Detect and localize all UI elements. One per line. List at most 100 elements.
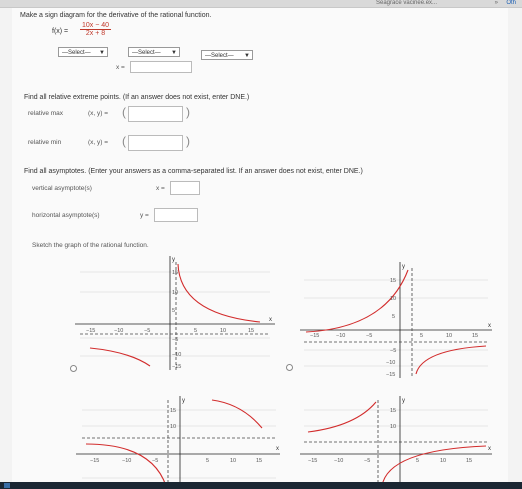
y-tick-label: 15 [390, 408, 396, 414]
y-tick-label: 15 [172, 270, 178, 276]
sign-select-1-value: —Select— [62, 50, 91, 56]
graph-option-b[interactable]: y x 15 10 5 −5 −10 −15 −15 −10 −5 5 10 1… [296, 258, 496, 380]
graph-option-a[interactable]: y x 15 10 5 −5 −10 −15 −15 −10 −5 5 10 1… [70, 252, 280, 372]
y-tick-label: −5 [172, 337, 178, 343]
chevron-down-icon: ▼ [171, 50, 177, 56]
question-page: Make a sign diagram for the derivative o… [12, 8, 508, 488]
curve-left-branch [307, 401, 377, 433]
horizontal-asymptote-input[interactable] [154, 208, 198, 222]
sign-select-3-value: —Select— [205, 53, 234, 59]
x-tick-label: 10 [446, 333, 452, 339]
curve-right-branch [177, 263, 261, 323]
relative-min-label: relative min [28, 139, 62, 146]
x-tick-label: −5 [144, 328, 150, 334]
x-tick-label: 5 [194, 328, 197, 334]
function-fraction: 10x − 40 2x + 8 [80, 22, 112, 37]
curve-left-branch [89, 347, 151, 367]
relative-min-input[interactable] [128, 135, 183, 151]
y-tick-label: 15 [170, 408, 176, 414]
sign-select-2[interactable]: —Select— ▼ [128, 47, 180, 57]
x-tick-label: 15 [248, 328, 254, 334]
relative-max-xy-label: (x, y) = [88, 110, 109, 117]
relative-max-label: relative max [28, 110, 64, 117]
y-tick-label: −5 [390, 348, 396, 354]
x-tick-label: −10 [114, 328, 123, 334]
chevron-down-icon: ▼ [244, 53, 250, 59]
x-tick-label: 10 [220, 328, 226, 334]
y-tick-label: 10 [170, 424, 176, 430]
x-tick-label: 10 [230, 458, 236, 464]
asymptotes-prompt: Find all asymptotes. (Enter your answers… [24, 168, 363, 175]
critical-x-label: x = [116, 64, 125, 71]
sign-diagram-prompt: Make a sign diagram for the derivative o… [20, 12, 212, 19]
graph-option-a-radio[interactable] [70, 365, 77, 372]
x-axis-label: x [269, 317, 272, 323]
x-tick-label: −10 [336, 333, 345, 339]
browser-bar: Seagrace vacinee.ex... » Oth [0, 0, 522, 8]
left-paren: ( [122, 134, 126, 148]
graph-option-d[interactable]: y x 15 10 −15 −10 −5 5 10 15 [296, 392, 496, 488]
function-denominator: 2x + 8 [85, 30, 106, 37]
sign-select-2-value: —Select— [132, 50, 161, 56]
y-tick-label: −10 [172, 352, 181, 358]
graph-option-b-radio[interactable] [286, 364, 293, 371]
vertical-asymptote-label: vertical asymptote(s) [32, 185, 92, 192]
graph-option-c[interactable]: y x 15 10 −15 −10 −5 5 10 15 [72, 392, 284, 488]
extrema-prompt: Find all relative extreme points. (If an… [24, 94, 250, 101]
other-bookmarks[interactable]: Oth [500, 0, 522, 6]
x-tick-label: −15 [86, 328, 95, 334]
y-tick-label: 5 [392, 314, 395, 320]
x-tick-label: −5 [366, 333, 372, 339]
y-axis-label: y [172, 257, 175, 263]
taskbar [0, 482, 522, 489]
x-tick-label: 15 [472, 333, 478, 339]
browser-tab[interactable]: Seagrace vacinee.ex... [370, 0, 443, 6]
y-tick-label: 5 [172, 308, 175, 314]
x-tick-label: −10 [122, 458, 131, 464]
y-tick-label: 10 [390, 296, 396, 302]
horizontal-asymptote-label: horizontal asymptote(s) [32, 212, 100, 219]
relative-min-xy-label: (x, y) = [88, 139, 109, 146]
vertical-asymptote-var: x = [156, 185, 165, 192]
y-tick-label: −15 [386, 372, 395, 378]
right-paren: ) [186, 134, 190, 148]
x-tick-label: 5 [206, 458, 209, 464]
sketch-prompt: Sketch the graph of the rational functio… [32, 242, 149, 249]
curve-right-branch [381, 445, 487, 487]
sign-select-1[interactable]: —Select— ▼ [58, 47, 108, 57]
vertical-asymptote-input[interactable] [170, 181, 200, 195]
left-paren: ( [122, 105, 126, 119]
curve-right-branch [211, 399, 263, 429]
x-tick-label: −15 [90, 458, 99, 464]
start-icon[interactable] [4, 483, 10, 488]
y-tick-label: −15 [172, 364, 181, 370]
x-tick-label: 15 [466, 458, 472, 464]
x-tick-label: −5 [364, 458, 370, 464]
y-axis-label: y [402, 398, 405, 404]
x-tick-label: −5 [152, 458, 158, 464]
x-tick-label: 5 [420, 333, 423, 339]
x-tick-label: 5 [416, 458, 419, 464]
y-tick-label: −10 [386, 360, 395, 366]
x-axis-label: x [276, 446, 279, 452]
right-paren: ) [186, 105, 190, 119]
x-axis-label: x [488, 323, 491, 329]
x-tick-label: 10 [440, 458, 446, 464]
x-axis-label: x [488, 446, 491, 452]
x-tick-label: 15 [256, 458, 262, 464]
function-numerator: 10x − 40 [80, 22, 112, 30]
relative-max-input[interactable] [128, 106, 183, 122]
y-axis-label: y [182, 398, 185, 404]
grid-lines [80, 271, 270, 357]
sign-select-3[interactable]: —Select— ▼ [201, 50, 253, 60]
y-axis-label: y [402, 264, 405, 270]
y-tick-label: 10 [390, 424, 396, 430]
y-tick-label: 15 [390, 278, 396, 284]
critical-x-input[interactable] [130, 61, 192, 73]
horizontal-asymptote-var: y = [140, 212, 149, 219]
function-name: f(x) = [52, 28, 69, 35]
y-tick-label: 10 [172, 290, 178, 296]
grid-lines [82, 409, 276, 479]
x-tick-label: −15 [308, 458, 317, 464]
x-tick-label: −10 [334, 458, 343, 464]
